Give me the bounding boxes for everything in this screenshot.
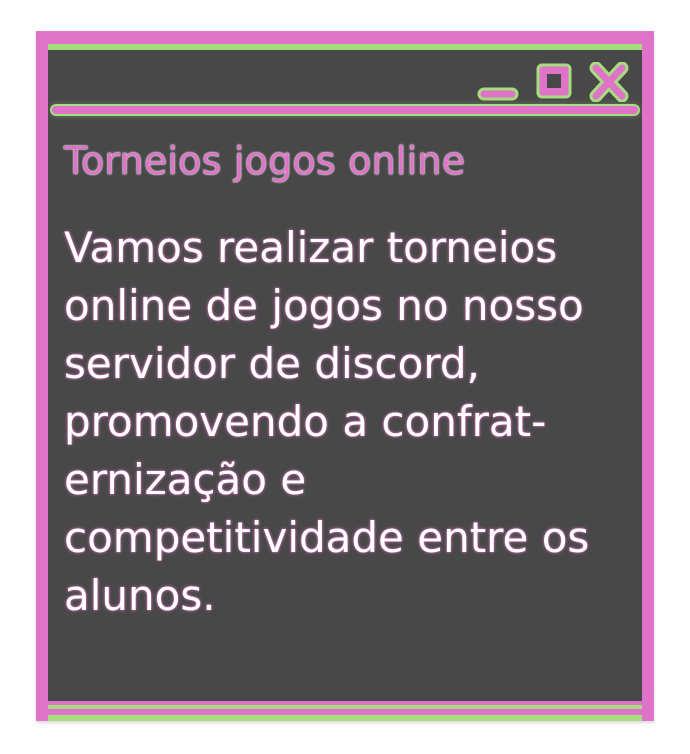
body-line: servidor de discord, bbox=[64, 339, 480, 388]
close-icon[interactable] bbox=[588, 62, 630, 102]
window: Torneios jogos online Vamos realizar tor… bbox=[36, 31, 654, 721]
body-line: ernização e bbox=[64, 455, 307, 504]
window-body-text: Vamos realizar torneios online de jogos … bbox=[64, 219, 634, 625]
window-top-accent bbox=[48, 44, 642, 50]
body-line: competitividade entre os bbox=[64, 513, 590, 562]
body-line: alunos. bbox=[64, 571, 216, 620]
maximize-icon[interactable] bbox=[534, 62, 574, 102]
window-controls bbox=[476, 62, 630, 102]
body-line: online de jogos no nosso bbox=[64, 281, 584, 330]
body-line: promovendo a confrat- bbox=[64, 397, 547, 446]
body-line: Vamos realizar torneios bbox=[64, 223, 558, 272]
titlebar-divider bbox=[52, 106, 638, 114]
window-bottom-accent-inner bbox=[48, 705, 642, 709]
minimize-icon[interactable] bbox=[476, 62, 520, 102]
window-title: Torneios jogos online bbox=[64, 139, 466, 183]
window-bottom-accent bbox=[48, 715, 642, 721]
